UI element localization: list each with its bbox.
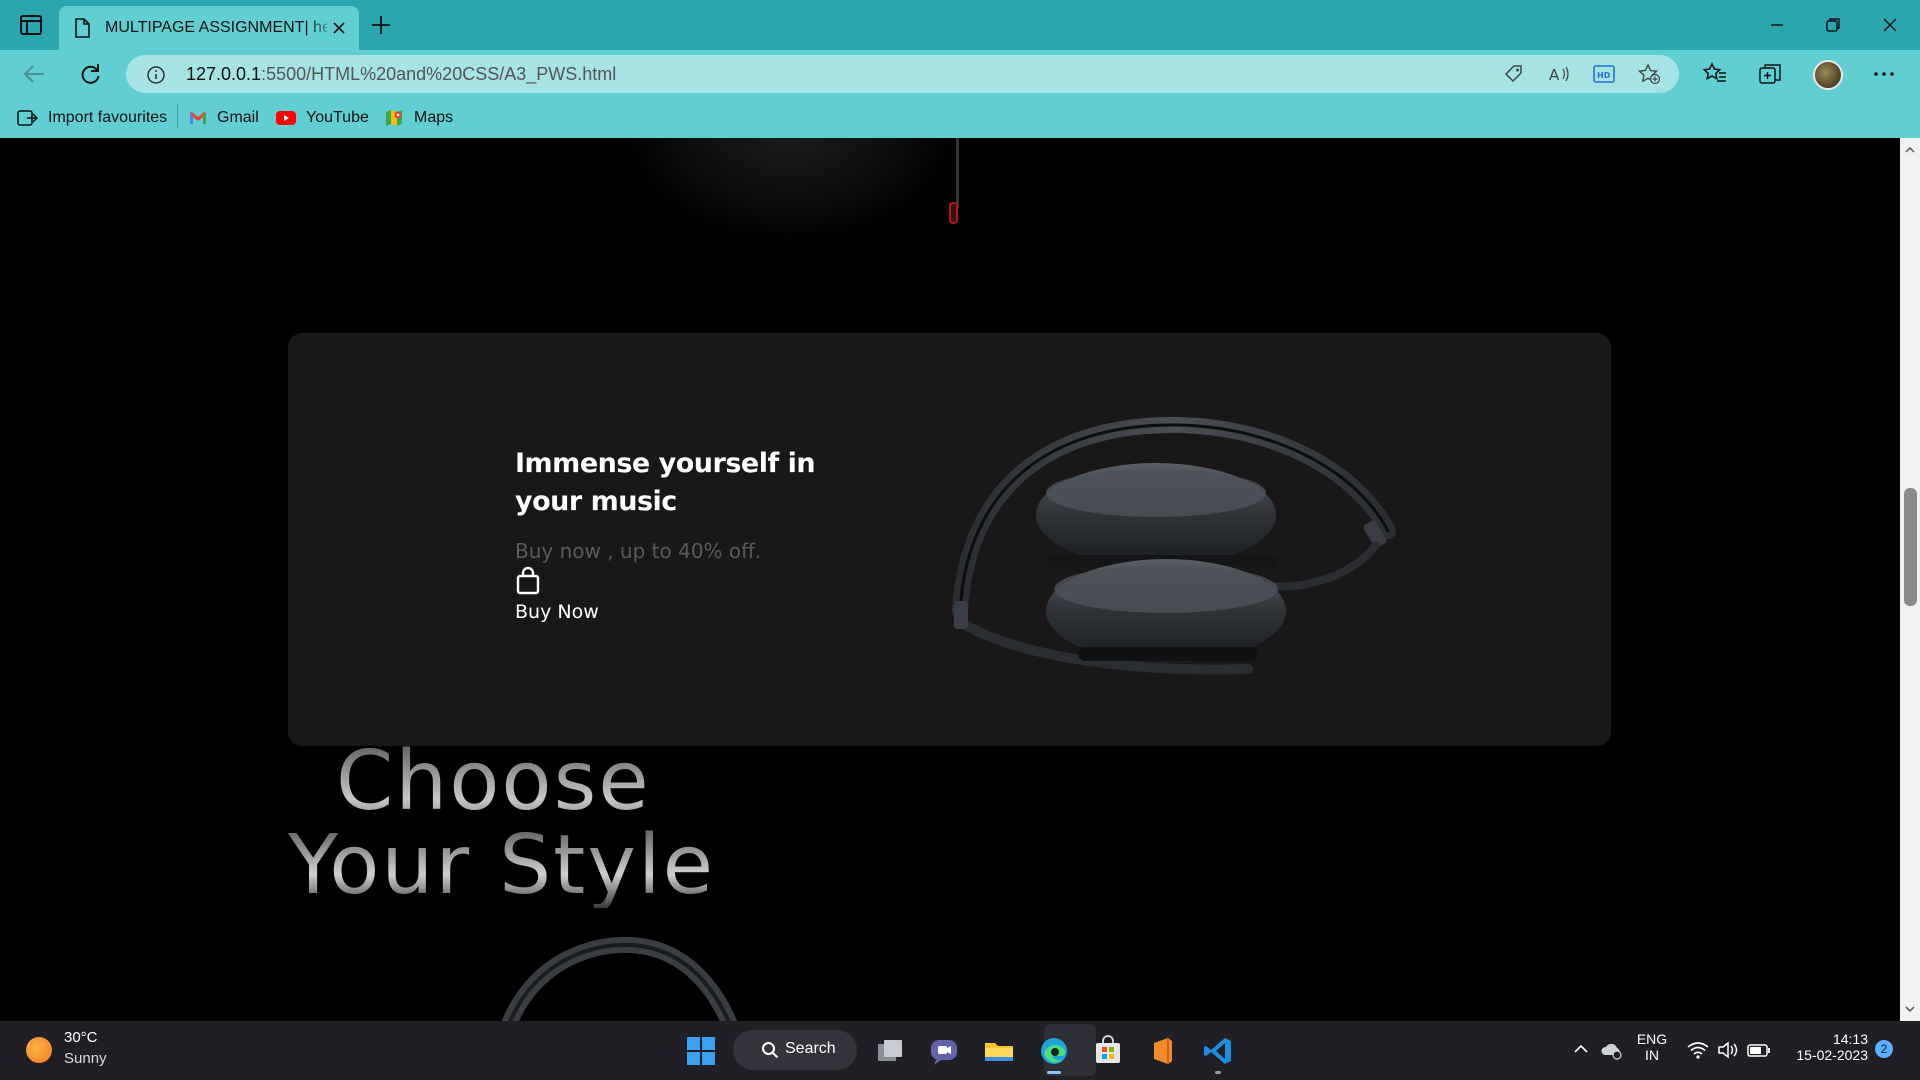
favourite-label: YouTube: [306, 109, 369, 126]
favourite-youtube[interactable]: YouTube: [276, 106, 369, 130]
url-host: 127.0.0.1: [186, 64, 262, 84]
onedrive-cloud-icon[interactable]: [1600, 1039, 1624, 1061]
url-text[interactable]: 127.0.0.1:5500/HTML%20and%20CSS/A3_PWS.h…: [186, 64, 616, 85]
teams-chat-icon[interactable]: [928, 1035, 960, 1067]
tag-icon[interactable]: [1502, 63, 1526, 85]
close-tab-icon[interactable]: [329, 18, 349, 38]
minimize-icon[interactable]: [1764, 12, 1790, 38]
read-aloud-icon[interactable]: A: [1547, 63, 1571, 85]
section-heading: Choose Your Style: [288, 740, 788, 908]
collections-icon[interactable]: [1756, 61, 1784, 87]
tab-title: MULTIPAGE ASSIGNMENT| headphones: [105, 19, 327, 36]
restore-icon[interactable]: [1820, 12, 1846, 38]
new-tab-icon[interactable]: [368, 12, 394, 38]
task-view-icon[interactable]: [874, 1035, 906, 1067]
sun-icon[interactable]: [26, 1037, 52, 1063]
shopping-bag-icon[interactable]: [515, 566, 541, 596]
weather-temperature[interactable]: 30°C: [64, 1029, 98, 1046]
language-indicator[interactable]: ENG IN: [1636, 1031, 1668, 1063]
clock-date: 15-02-2023: [1796, 1047, 1868, 1063]
favourite-gmail[interactable]: Gmail: [189, 106, 259, 130]
address-toolbar: 127.0.0.1:5500/HTML%20and%20CSS/A3_PWS.h…: [0, 50, 1920, 98]
wifi-icon[interactable]: [1686, 1039, 1710, 1061]
section-heading-line1: Choose: [336, 734, 651, 829]
url-path: :5500/HTML%20and%20CSS/A3_PWS.html: [261, 64, 617, 84]
scrollbar-thumb[interactable]: [1904, 488, 1917, 606]
favourite-import[interactable]: Import favourites: [16, 106, 167, 130]
site-info-icon[interactable]: [146, 65, 166, 85]
edge-browser-icon[interactable]: [1038, 1035, 1070, 1067]
profile-avatar[interactable]: [1813, 60, 1843, 90]
browser-titlebar: MULTIPAGE ASSIGNMENT| headphones: [0, 0, 1920, 50]
clock[interactable]: 14:13 15-02-2023: [1784, 1031, 1868, 1063]
headphones-partial-image: [501, 936, 738, 1021]
vscode-icon[interactable]: [1202, 1035, 1234, 1067]
scroll-down-arrow-icon[interactable]: [1904, 1003, 1916, 1015]
document-icon: [75, 18, 90, 38]
svg-text:A: A: [1549, 66, 1560, 84]
file-explorer-icon[interactable]: [983, 1035, 1015, 1067]
headphones-product-image: [952, 416, 1396, 675]
browser-tab-active[interactable]: MULTIPAGE ASSIGNMENT| headphones: [59, 6, 359, 50]
address-bar[interactable]: 127.0.0.1:5500/HTML%20and%20CSS/A3_PWS.h…: [126, 55, 1679, 93]
scroll-up-arrow-icon[interactable]: [1904, 144, 1916, 156]
language-line1: ENG: [1636, 1031, 1668, 1047]
earphone-tip-decoration: [949, 202, 958, 224]
tab-actions-icon[interactable]: [18, 13, 44, 37]
page-viewport: Immense yourself in your music Buy now ,…: [0, 138, 1900, 1021]
more-options-icon[interactable]: [1870, 61, 1898, 87]
section-heading-line2: Your Style: [288, 818, 716, 913]
favourite-maps[interactable]: Maps: [384, 106, 453, 130]
promo-card: Immense yourself in your music Buy now ,…: [288, 333, 1611, 746]
weather-condition[interactable]: Sunny: [64, 1050, 107, 1067]
windows-start-icon[interactable]: [685, 1035, 717, 1067]
gmail-icon: [190, 112, 206, 124]
maps-icon: [386, 110, 402, 126]
favourites-icon[interactable]: [1701, 61, 1729, 87]
battery-icon[interactable]: [1746, 1039, 1772, 1061]
add-favourite-icon[interactable]: [1637, 63, 1661, 85]
page-scrollbar[interactable]: [1900, 138, 1920, 1021]
reload-icon[interactable]: [76, 61, 104, 87]
taskbar-search[interactable]: Search: [733, 1030, 857, 1070]
clock-time: 14:13: [1832, 1031, 1868, 1047]
vscode-running-indicator: [1215, 1071, 1221, 1074]
language-line2: IN: [1645, 1047, 1659, 1063]
import-icon: [17, 110, 38, 126]
promo-subtitle: Buy now , up to 40% off.: [515, 539, 762, 563]
favourite-label: Maps: [414, 109, 454, 126]
notification-badge[interactable]: 2: [1875, 1040, 1893, 1058]
windows-taskbar: 30°C Sunny Search ENG IN 14:13 15-02-202…: [0, 1021, 1920, 1080]
favourite-label: Import favourites: [48, 109, 168, 126]
hd-video-icon[interactable]: HD: [1592, 63, 1616, 85]
chevron-up-icon[interactable]: [1571, 1039, 1591, 1059]
office-app-icon[interactable]: [1147, 1035, 1179, 1067]
favourites-bar: Import favourites Gmail YouTube Maps: [0, 98, 1920, 138]
back-arrow-icon[interactable]: [20, 61, 48, 87]
promo-title: Immense yourself in your music: [515, 448, 816, 517]
edge-active-indicator: [1047, 1071, 1061, 1074]
taskbar-search-label: Search: [785, 1040, 836, 1057]
youtube-icon: [276, 111, 296, 125]
favourite-label: Gmail: [217, 109, 259, 126]
microsoft-store-icon[interactable]: [1092, 1035, 1124, 1067]
volume-icon[interactable]: [1716, 1039, 1740, 1061]
favourites-divider: [177, 104, 178, 128]
close-window-icon[interactable]: [1877, 12, 1903, 38]
buy-now-button[interactable]: Buy Now: [515, 601, 599, 623]
search-icon: [762, 1042, 779, 1059]
headphone-shadow-decoration: [630, 138, 950, 238]
earphone-wire-decoration: [956, 138, 959, 208]
svg-text:HD: HD: [1597, 71, 1611, 80]
